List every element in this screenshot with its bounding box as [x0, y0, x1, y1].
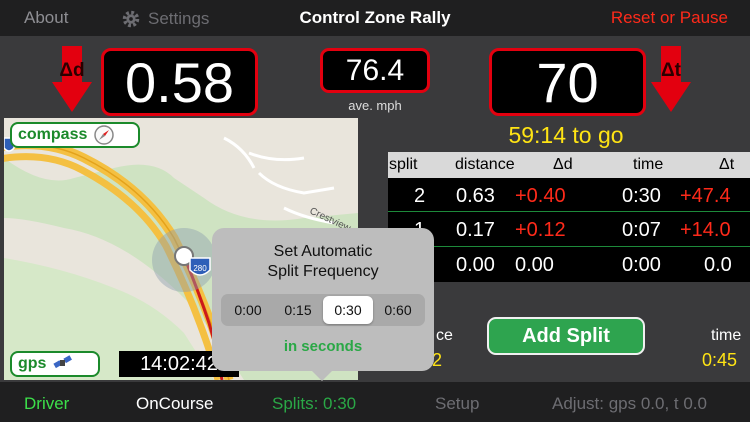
table-row: 0.00 0.00 0:00 0.0 [456, 254, 732, 276]
row-divider [388, 246, 750, 247]
time-to-go: 59:14 to go [508, 122, 624, 148]
popover-note: in seconds [283, 338, 363, 355]
gps-button[interactable]: gps [10, 351, 100, 377]
average-speed-unit: ave. mph [348, 98, 402, 113]
col-distance: distance [455, 156, 515, 173]
adjust-button[interactable]: Adjust: gps 0.0, t 0.0 [552, 394, 707, 414]
col-time-delta: Δt [719, 156, 735, 173]
top-bar: About Settings Control Zone Rally Reset … [0, 0, 750, 36]
gear-icon [122, 10, 140, 28]
reset-pause-button[interactable]: Reset or Pause [611, 8, 728, 28]
split-frequency-popover: Set Automatic Split Frequency 0:00 0:15 … [212, 228, 434, 381]
time-value: 0:45 [702, 350, 738, 370]
distance-delta-display: 0.58 [101, 48, 258, 116]
compass-label: compass [18, 126, 88, 143]
gps-label: gps [18, 355, 47, 372]
split-frequency-selector: 0:00 0:15 0:30 0:60 [221, 294, 425, 326]
popover-title: Set Automatic Split Frequency [267, 243, 379, 280]
tab-splits[interactable]: Splits: 0:30 [272, 394, 356, 414]
shield-number: 280 [193, 264, 207, 273]
compass-icon [94, 125, 115, 145]
add-split-button[interactable]: Add Split [487, 317, 645, 355]
about-button[interactable]: About [24, 8, 68, 28]
tab-oncourse[interactable]: OnCourse [136, 394, 213, 414]
col-distance-delta: Δd [553, 156, 573, 173]
settings-label: Settings [148, 9, 210, 28]
bottom-tab-bar: Driver OnCourse Splits: 0:30 Setup Adjus… [0, 382, 750, 422]
frequency-option-15[interactable]: 0:15 [273, 296, 323, 324]
col-split: split [389, 156, 418, 173]
time-delta-display: 70 [489, 48, 646, 116]
satellite-icon [53, 355, 73, 369]
time-label: time [711, 327, 742, 344]
splits-table-header: split distance Δd time Δt [388, 152, 750, 178]
table-row: 1 0.17 +0.12 0:07 +14.0 [414, 219, 731, 241]
average-speed-display: 76.4 [320, 48, 430, 93]
time-delta-label: Δt [661, 60, 681, 81]
distance-delta-arrow: Δd [52, 46, 92, 117]
tab-driver[interactable]: Driver [24, 394, 69, 414]
time-delta-arrow: Δt [651, 46, 691, 117]
table-row: 2 0.63 +0.40 0:30 +47.4 [414, 185, 731, 207]
frequency-option-0[interactable]: 0:00 [223, 296, 273, 324]
distance-label: ce [436, 327, 453, 344]
compass-button[interactable]: compass [10, 122, 140, 148]
interstate-shield-icon: 280 [189, 257, 211, 276]
distance-delta-label: Δd [59, 60, 85, 81]
frequency-option-30[interactable]: 0:30 [323, 296, 373, 324]
row-divider [388, 211, 750, 212]
settings-button[interactable]: Settings [120, 8, 209, 30]
tab-setup[interactable]: Setup [435, 394, 479, 414]
frequency-option-60[interactable]: 0:60 [373, 296, 423, 324]
col-time: time [633, 156, 664, 173]
